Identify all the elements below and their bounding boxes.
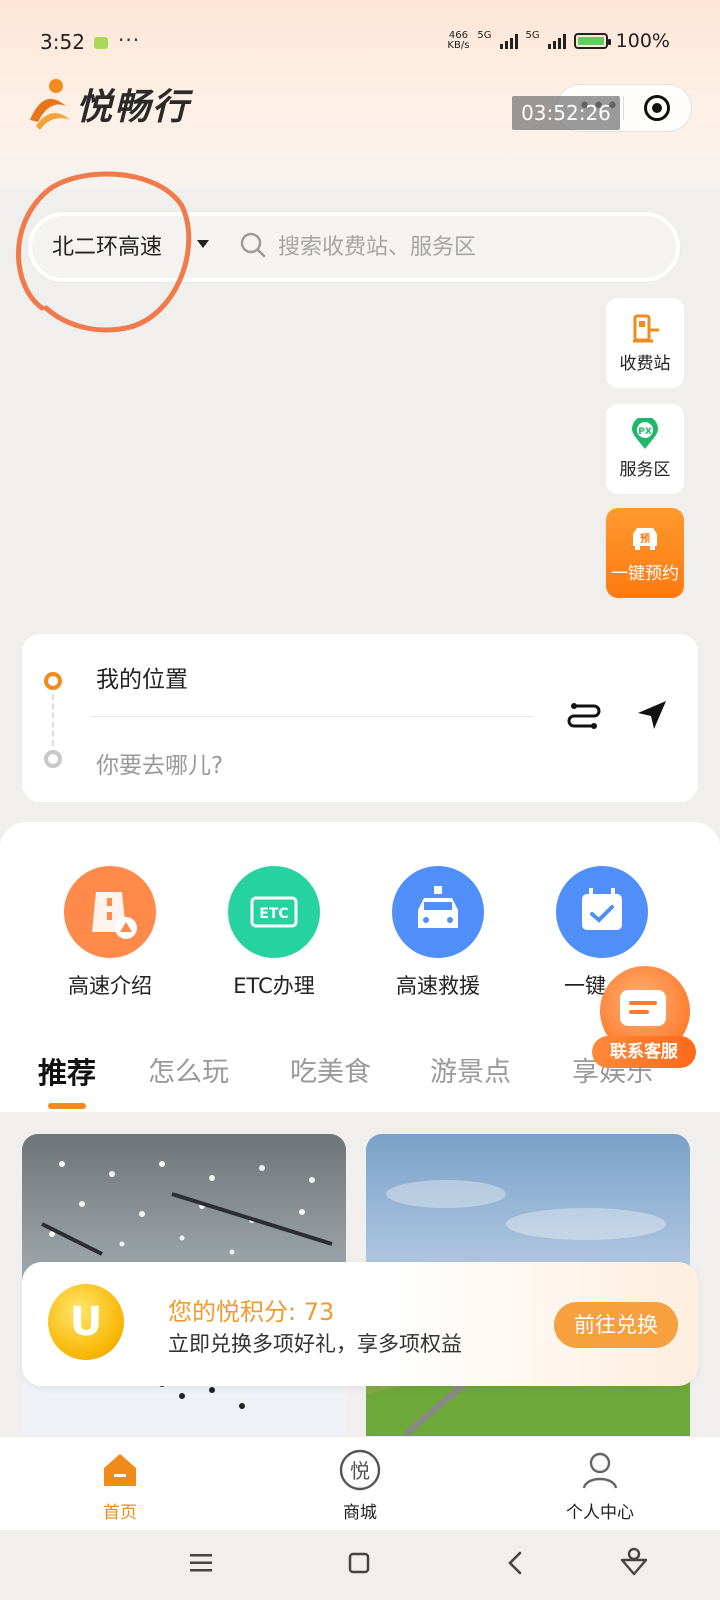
side-button-toll-station[interactable]: 收费站 (606, 298, 684, 388)
signal-icon (499, 33, 518, 49)
notification-icon (94, 37, 108, 49)
network-type-2: 5G (525, 30, 540, 41)
close-miniapp-icon[interactable] (644, 95, 670, 121)
assistant-icon[interactable] (620, 1546, 648, 1576)
side-button-service-area[interactable]: PX 服务区 (606, 404, 684, 494)
service-label: 高速救援 (396, 974, 480, 998)
points-coin-glyph: U (69, 1299, 103, 1345)
swap-route-icon[interactable] (566, 698, 602, 734)
side-button-label: 收费站 (619, 354, 671, 374)
svg-text:PX: PX (638, 427, 652, 437)
origin-field[interactable]: 我的位置 (96, 660, 188, 694)
hand-drawn-circle-annotation (16, 171, 192, 333)
nav-label: 个人中心 (566, 1503, 634, 1523)
app-logo: 悦畅行 (26, 76, 190, 132)
net-speed-unit: KB/s (447, 40, 470, 51)
destination-dot-icon (44, 750, 62, 768)
navigate-icon[interactable] (634, 697, 670, 733)
etc-badge-text: ETC (259, 906, 288, 922)
service-label: ETC办理 (233, 974, 315, 998)
service-label: 高速介绍 (68, 974, 152, 998)
etc-icon: ETC (228, 866, 320, 958)
service-highway-intro[interactable]: 高速介绍 (40, 866, 180, 1000)
redeem-button[interactable]: 前往兑换 (554, 1302, 678, 1348)
tab-how-to-play[interactable]: 怎么玩 (148, 1050, 229, 1089)
capsule-divider (623, 96, 624, 120)
status-right-cluster: 466 KB/s 5G 5G 100% (447, 30, 670, 52)
active-tab-indicator (48, 1103, 86, 1109)
nav-label: 首页 (103, 1503, 137, 1523)
tab-recommend[interactable]: 推荐 (38, 1050, 96, 1092)
net-speed: 466 KB/s (447, 31, 469, 51)
rescue-car-icon (392, 866, 484, 958)
toll-station-icon (633, 314, 659, 343)
chat-bubble-icon (620, 990, 666, 1026)
tab-attractions[interactable]: 游景点 (430, 1050, 511, 1089)
route-connector (52, 694, 54, 746)
highway-intro-icon (64, 866, 156, 958)
nav-home[interactable]: 首页 (60, 1450, 180, 1523)
network-type-1: 5G (477, 30, 492, 41)
calendar-check-icon (556, 866, 648, 958)
nav-mall[interactable]: 悦 商城 (300, 1449, 420, 1523)
status-time: 3:52 (40, 30, 85, 54)
customer-service-label[interactable]: 联系客服 (592, 1036, 696, 1068)
points-subtitle: 立即兑换多项好礼，享多项权益 (168, 1332, 462, 1356)
mall-icon-glyph: 悦 (350, 1459, 370, 1483)
side-button-label: 服务区 (619, 460, 671, 480)
destination-field[interactable]: 你要去哪儿? (96, 746, 223, 780)
battery-icon (573, 33, 611, 49)
tab-food[interactable]: 吃美食 (290, 1050, 371, 1089)
back-icon[interactable] (506, 1550, 524, 1576)
reserve-badge-text: 预 (640, 533, 650, 545)
status-more-dots: ··· (118, 28, 141, 52)
service-area-icon: PX (632, 418, 658, 449)
side-button-label: 一键预约 (611, 564, 679, 584)
logo-mark-icon (26, 76, 72, 132)
search-placeholder[interactable]: 搜索收费站、服务区 (278, 229, 476, 261)
side-button-one-click-reserve[interactable]: 预 一键预约 (606, 508, 684, 598)
signal-icon-2 (547, 33, 566, 49)
origin-dot-icon (44, 672, 62, 690)
search-icon (240, 232, 266, 258)
points-title: 您的悦积分: 73 (168, 1298, 335, 1326)
person-icon (580, 1450, 620, 1490)
nav-label: 商城 (343, 1503, 377, 1523)
menu-icon[interactable] (190, 1552, 214, 1574)
screen-record-timer: 03:52:26 (512, 96, 620, 130)
dropdown-caret-icon[interactable] (197, 240, 209, 248)
route-divider (92, 716, 532, 717)
mall-icon: 悦 (339, 1449, 381, 1491)
service-rescue[interactable]: 高速救援 (368, 866, 508, 1000)
service-etc[interactable]: ETC ETC办理 (204, 866, 344, 1000)
home-square-icon[interactable] (348, 1552, 370, 1574)
reserve-icon: 预 (633, 528, 657, 550)
nav-profile[interactable]: 个人中心 (540, 1450, 660, 1523)
home-icon (100, 1450, 140, 1490)
app-name: 悦畅行 (76, 87, 191, 128)
battery-level: 100% (615, 30, 670, 52)
